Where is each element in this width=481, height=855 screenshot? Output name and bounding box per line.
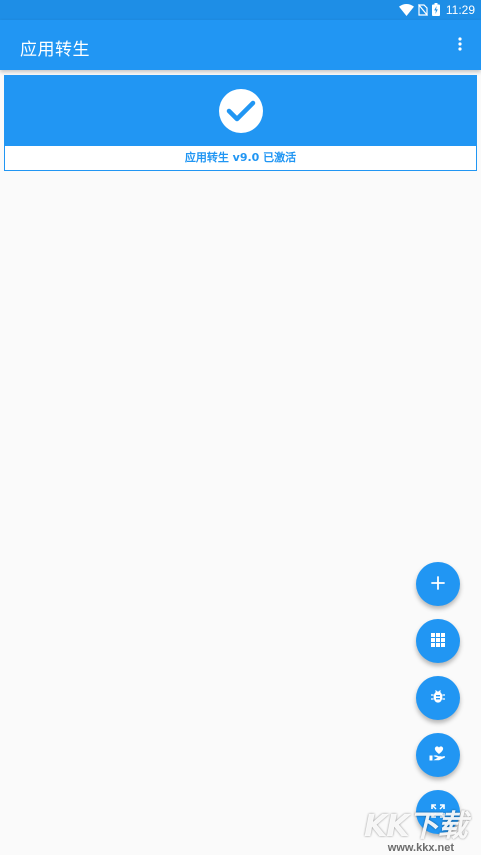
debug-button[interactable] bbox=[416, 676, 460, 720]
no-sim-icon bbox=[417, 1, 428, 20]
hand-heart-icon bbox=[429, 745, 447, 765]
plus-icon bbox=[431, 575, 445, 594]
wifi-icon bbox=[398, 1, 414, 20]
status-icons: 11:29 bbox=[398, 1, 475, 20]
watermark-url: www.kkx.net bbox=[387, 842, 454, 854]
battery-charging-icon bbox=[431, 1, 440, 20]
watermark-logo: KK下载 bbox=[364, 809, 467, 844]
more-vert-icon bbox=[458, 36, 462, 55]
grid-icon bbox=[431, 632, 445, 651]
page-title: 应用转生 bbox=[20, 40, 90, 60]
app-bar: 应用转生 bbox=[0, 20, 481, 70]
add-button[interactable] bbox=[416, 562, 460, 606]
watermark: KK下载 www.kkx.net bbox=[364, 801, 481, 855]
apps-button[interactable] bbox=[416, 619, 460, 663]
activation-status-text: 应用转生 v9.0 已激活 bbox=[184, 151, 297, 164]
check-circle-icon bbox=[219, 89, 263, 133]
activation-status-card[interactable]: 应用转生 v9.0 已激活 bbox=[4, 75, 477, 171]
donate-button[interactable] bbox=[416, 733, 460, 777]
overflow-menu-button[interactable] bbox=[447, 32, 473, 58]
status-time: 11:29 bbox=[445, 3, 475, 17]
bug-icon bbox=[430, 688, 446, 708]
status-bar: 11:29 bbox=[0, 0, 481, 20]
status-card-banner bbox=[5, 76, 476, 146]
